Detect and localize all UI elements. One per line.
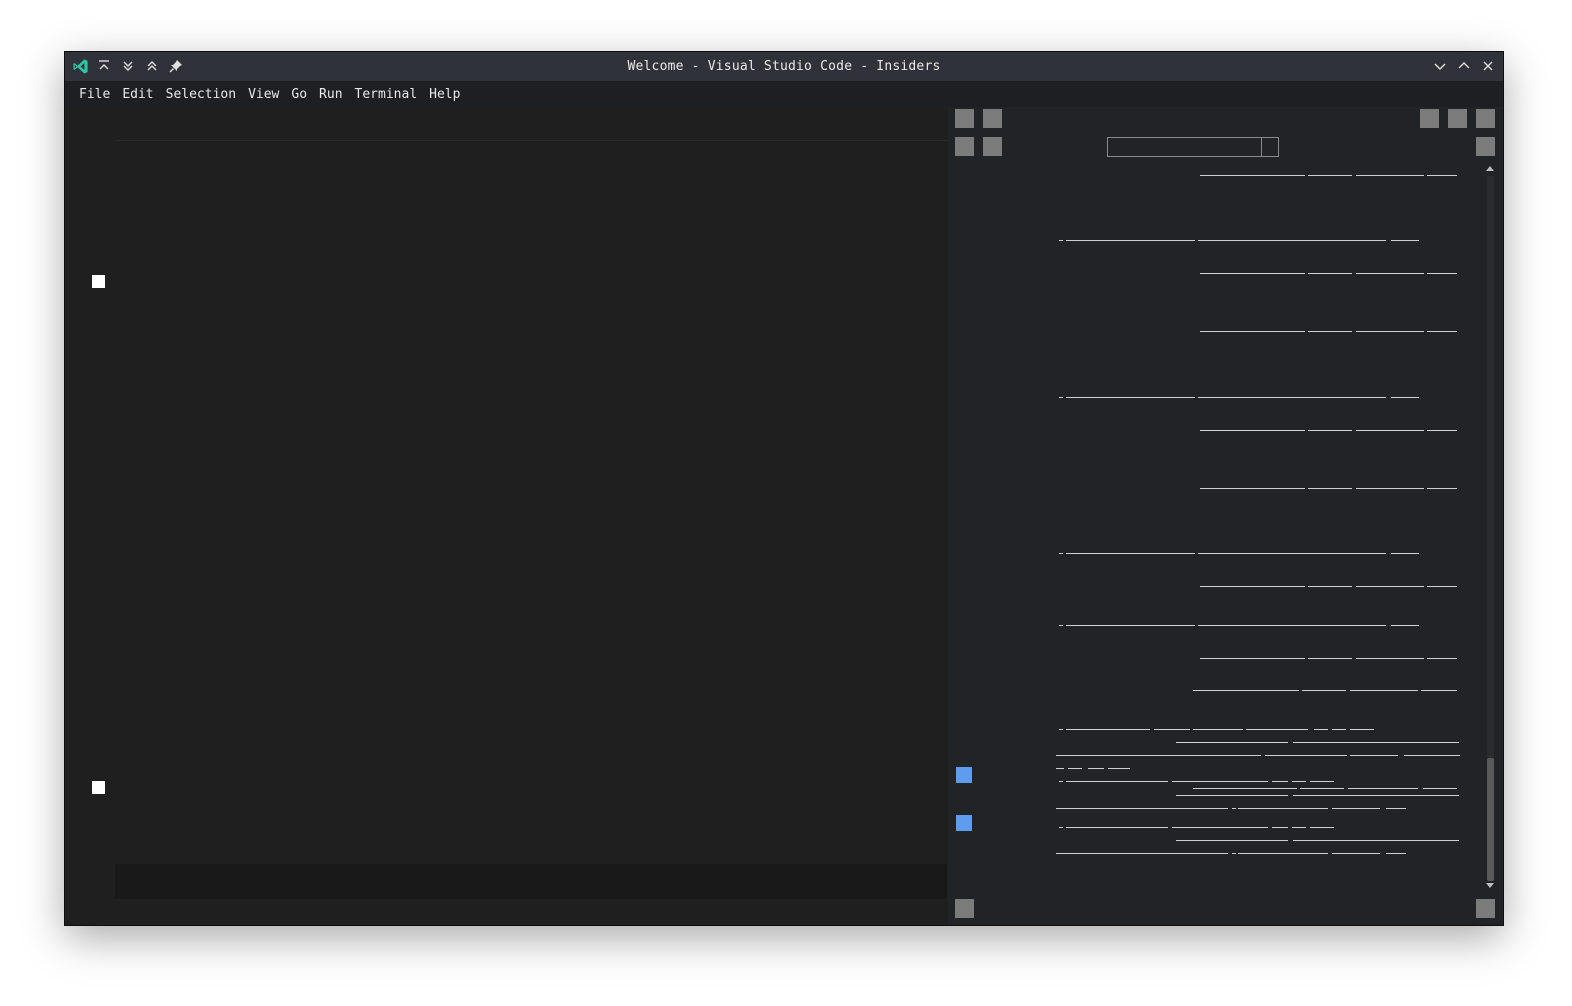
placeholder-icon[interactable]	[1476, 137, 1495, 156]
window-controls	[1431, 57, 1497, 75]
minimize-icon[interactable]	[1431, 57, 1449, 75]
placeholder-accent-icon[interactable]	[956, 767, 972, 783]
scroll-down-icon[interactable]	[1486, 883, 1494, 888]
panel-input-button[interactable]	[1261, 138, 1278, 156]
placeholder-icon[interactable]	[955, 899, 974, 918]
title-bar: Welcome - Visual Studio Code - Insiders	[65, 52, 1503, 81]
panel-input[interactable]	[1107, 137, 1279, 157]
placeholder-marker	[92, 781, 105, 794]
placeholder-icon[interactable]	[955, 109, 974, 128]
editor-bottom-strip[interactable]	[115, 864, 947, 899]
window-title: Welcome - Visual Studio Code - Insiders	[627, 59, 941, 74]
placeholder-icon[interactable]	[1448, 109, 1467, 128]
panel-scrollbar[interactable]	[1484, 162, 1496, 894]
placeholder-accent-icon[interactable]	[956, 815, 972, 831]
editor-divider	[115, 140, 948, 141]
placeholder-icon[interactable]	[1420, 109, 1439, 128]
maximize-icon[interactable]	[1455, 57, 1473, 75]
placeholder-icon[interactable]	[1476, 899, 1495, 918]
scroll-thumb[interactable]	[1487, 758, 1494, 881]
menu-selection[interactable]: Selection	[160, 87, 242, 102]
menu-bar: File Edit Selection View Go Run Terminal…	[65, 81, 1503, 107]
menu-run[interactable]: Run	[313, 87, 348, 102]
placeholder-icon[interactable]	[955, 137, 974, 156]
right-panel	[948, 107, 1503, 925]
menu-terminal[interactable]: Terminal	[349, 87, 424, 102]
menu-view[interactable]: View	[242, 87, 285, 102]
placeholder-icon[interactable]	[983, 137, 1002, 156]
placeholder-icon[interactable]	[983, 109, 1002, 128]
placeholder-marker	[92, 275, 105, 288]
scroll-up-icon[interactable]	[1486, 166, 1494, 171]
vscode-window: Welcome - Visual Studio Code - Insiders …	[65, 52, 1503, 925]
menu-edit[interactable]: Edit	[116, 87, 159, 102]
close-icon[interactable]	[1479, 57, 1497, 75]
placeholder-icon[interactable]	[1476, 109, 1495, 128]
menu-help[interactable]: Help	[423, 87, 466, 102]
menu-file[interactable]: File	[73, 87, 116, 102]
editor-area[interactable]	[65, 107, 948, 925]
menu-go[interactable]: Go	[285, 87, 313, 102]
